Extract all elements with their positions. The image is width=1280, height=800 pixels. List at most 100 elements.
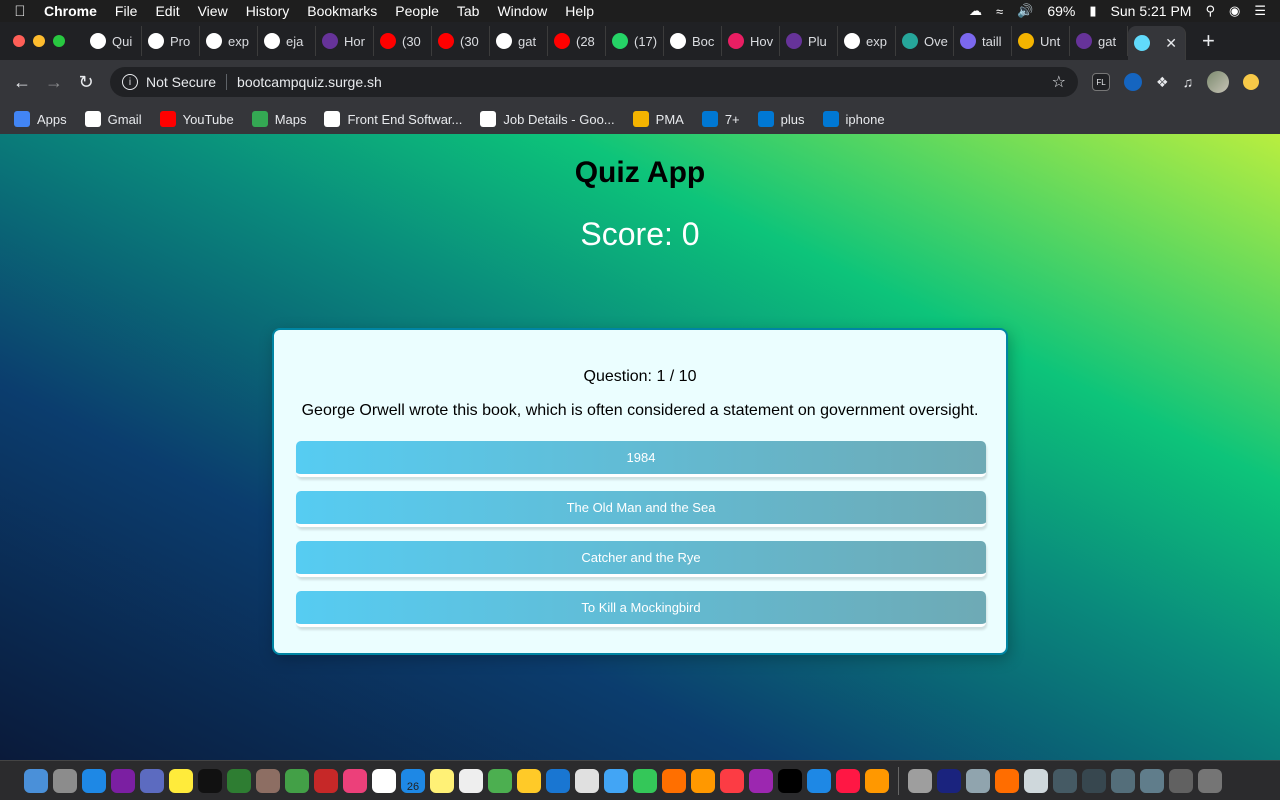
- browser-tab[interactable]: Boc: [664, 26, 722, 56]
- dock-app-icon[interactable]: [430, 768, 454, 793]
- bookmark-item[interactable]: YouTube: [159, 111, 234, 127]
- extensions-puzzle-icon[interactable]: ❖: [1156, 74, 1169, 91]
- menu-history[interactable]: History: [237, 3, 299, 19]
- volume-icon[interactable]: 🔊: [1017, 3, 1033, 19]
- dock-app-icon[interactable]: [111, 768, 135, 793]
- answer-button[interactable]: Catcher and the Rye: [296, 541, 986, 577]
- dock-app-icon[interactable]: [198, 768, 222, 793]
- creative-cloud-icon[interactable]: ☁: [969, 3, 982, 19]
- browser-tab[interactable]: Ove: [896, 26, 954, 56]
- dock-app-icon[interactable]: [1140, 768, 1164, 793]
- dock-app-icon[interactable]: [937, 768, 961, 793]
- url-text[interactable]: bootcampquiz.surge.sh: [237, 74, 382, 90]
- dock-app-icon[interactable]: [169, 768, 193, 793]
- bookmark-item[interactable]: iphone: [822, 111, 885, 127]
- dock-app-icon[interactable]: [749, 768, 773, 793]
- security-status[interactable]: Not Secure: [146, 74, 216, 90]
- dock-app-icon[interactable]: [53, 768, 77, 793]
- clock[interactable]: Sun 5:21 PM: [1111, 3, 1192, 19]
- browser-tab[interactable]: Qui: [84, 26, 142, 56]
- dock-app-icon[interactable]: [807, 768, 831, 793]
- back-arrow-icon[interactable]: ←: [6, 72, 38, 93]
- dock-app-icon[interactable]: [662, 768, 686, 793]
- profile-avatar[interactable]: [1207, 71, 1230, 93]
- dock-app-icon[interactable]: [1198, 768, 1222, 793]
- browser-tab[interactable]: (30: [374, 26, 432, 56]
- dock-app-icon[interactable]: [1082, 768, 1106, 793]
- browser-tab[interactable]: (28: [548, 26, 606, 56]
- answer-button[interactable]: To Kill a Mockingbird: [296, 591, 986, 627]
- menu-window[interactable]: Window: [488, 3, 556, 19]
- battery-percent[interactable]: 69%: [1047, 3, 1075, 19]
- bookmark-item[interactable]: 7+: [701, 111, 740, 127]
- menu-view[interactable]: View: [189, 3, 237, 19]
- bookmark-star-icon[interactable]: ☆: [1052, 72, 1066, 92]
- dock-app-icon[interactable]: [691, 768, 715, 793]
- fl-extension-icon[interactable]: FL: [1092, 73, 1110, 91]
- new-tab-button[interactable]: +: [1202, 28, 1215, 54]
- menu-people[interactable]: People: [386, 3, 448, 19]
- dock-app-icon[interactable]: [995, 768, 1019, 793]
- browser-tab[interactable]: (30: [432, 26, 490, 56]
- dock-app-icon[interactable]: [256, 768, 280, 793]
- menu-file[interactable]: File: [106, 3, 147, 19]
- wifi-icon[interactable]: ≈: [996, 4, 1003, 19]
- dock-app-icon[interactable]: [488, 768, 512, 793]
- dock-app-icon[interactable]: [343, 768, 367, 793]
- browser-tab[interactable]: gat: [490, 26, 548, 56]
- dock-app-icon[interactable]: [140, 768, 164, 793]
- dock-app-icon[interactable]: [778, 768, 802, 793]
- dock-app-icon[interactable]: [604, 768, 628, 793]
- update-indicator-icon[interactable]: [1243, 74, 1260, 90]
- browser-tab[interactable]: gat: [1070, 26, 1128, 56]
- menu-app-name[interactable]: Chrome: [40, 3, 106, 19]
- dock-app-icon[interactable]: [865, 768, 889, 793]
- media-queue-icon[interactable]: ♫: [1183, 74, 1194, 90]
- dock-app-icon[interactable]: [1111, 768, 1135, 793]
- browser-tab[interactable]: exp: [200, 26, 258, 56]
- menu-edit[interactable]: Edit: [146, 3, 188, 19]
- dock-app-icon[interactable]: [1024, 768, 1048, 793]
- bookmark-item[interactable]: plus: [757, 111, 805, 127]
- dock-app-icon[interactable]: [285, 768, 309, 793]
- dock-app-icon[interactable]: [24, 768, 48, 793]
- browser-tab[interactable]: Unt: [1012, 26, 1070, 56]
- reload-icon[interactable]: ↻: [70, 72, 102, 93]
- sync-extension-icon[interactable]: [1124, 73, 1142, 91]
- browser-tab[interactable]: eja: [258, 26, 316, 56]
- dock-app-icon[interactable]: [546, 768, 570, 793]
- bookmark-item[interactable]: Front End Softwar...: [324, 111, 462, 127]
- bookmark-item[interactable]: Apps: [14, 111, 67, 127]
- answer-button[interactable]: The Old Man and the Sea: [296, 491, 986, 527]
- apple-menu-icon[interactable]: : [0, 3, 40, 20]
- calendar-app-icon[interactable]: 26: [401, 768, 425, 793]
- menu-help[interactable]: Help: [556, 3, 603, 19]
- dock-app-icon[interactable]: [517, 768, 541, 793]
- close-window-icon[interactable]: [13, 35, 25, 47]
- browser-tab[interactable]: Plu: [780, 26, 838, 56]
- forward-arrow-icon[interactable]: →: [38, 72, 70, 93]
- dock-app-icon[interactable]: [459, 768, 483, 793]
- zoom-window-icon[interactable]: [53, 35, 65, 47]
- spotlight-search-icon[interactable]: ⚲: [1205, 3, 1215, 19]
- dock-app-icon[interactable]: [908, 768, 932, 793]
- dock-app-icon[interactable]: [82, 768, 106, 793]
- browser-tab[interactable]: exp: [838, 26, 896, 56]
- dock-app-icon[interactable]: [633, 768, 657, 793]
- browser-tab[interactable]: (17): [606, 26, 664, 56]
- bookmark-item[interactable]: PMA: [632, 111, 684, 127]
- address-bar[interactable]: i Not Secure bootcampquiz.surge.sh ☆: [110, 67, 1078, 97]
- dock-app-icon[interactable]: [372, 768, 396, 793]
- menu-tab[interactable]: Tab: [448, 3, 489, 19]
- close-tab-icon[interactable]: ✕: [1165, 35, 1177, 52]
- dock-app-icon[interactable]: [227, 768, 251, 793]
- dock-app-icon[interactable]: [575, 768, 599, 793]
- dock-app-icon[interactable]: [720, 768, 744, 793]
- dock-app-icon[interactable]: [1169, 768, 1193, 793]
- bookmark-item[interactable]: Maps: [251, 111, 306, 127]
- minimize-window-icon[interactable]: [33, 35, 45, 47]
- browser-tab[interactable]: ✕: [1128, 26, 1186, 60]
- siri-icon[interactable]: ◉: [1229, 3, 1240, 19]
- answer-button[interactable]: 1984: [296, 441, 986, 477]
- browser-tab[interactable]: taill: [954, 26, 1012, 56]
